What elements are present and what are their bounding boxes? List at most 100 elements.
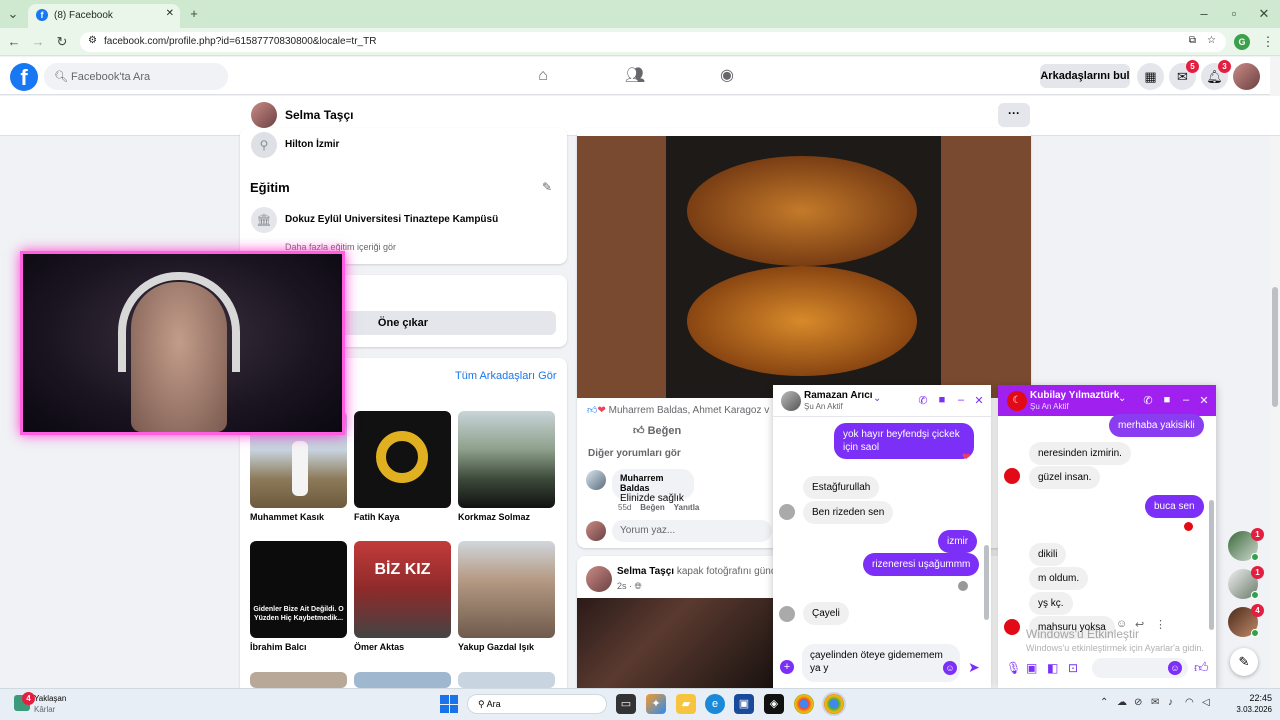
- taskbar-search[interactable]: ⚲ Ara: [467, 694, 607, 714]
- close-window-icon[interactable]: ✕: [1254, 4, 1274, 24]
- address-bar[interactable]: ⚙ facebook.com/profile.php?id=61587770830…: [80, 32, 1226, 52]
- friend-photo[interactable]: [458, 411, 555, 508]
- friend-photo[interactable]: [458, 672, 555, 688]
- cloud-icon[interactable]: ☁: [1117, 697, 1127, 708]
- more-options-button[interactable]: ···: [998, 103, 1030, 127]
- chat-scrollbar[interactable]: [1209, 420, 1214, 640]
- profile-name[interactable]: Selma Taşçı: [285, 108, 353, 122]
- close-chat-icon[interactable]: ✕: [972, 394, 986, 407]
- reload-icon[interactable]: ↻: [52, 32, 72, 52]
- comment-reply-link[interactable]: Yanıtla: [674, 503, 700, 512]
- post-author-avatar[interactable]: [586, 566, 612, 592]
- chat-contact-name[interactable]: Kubilay Yılmaztürk: [1030, 390, 1119, 401]
- post-time[interactable]: 2s · 🌐︎: [617, 581, 642, 592]
- like-button[interactable]: 👍︎ Beğen: [633, 424, 681, 437]
- post-photo[interactable]: [577, 136, 1031, 398]
- search-input[interactable]: 🔍︎ Facebook'ta Ara: [44, 63, 228, 90]
- forward-icon[interactable]: →: [28, 32, 48, 52]
- video-icon[interactable]: ■: [1160, 394, 1174, 406]
- friend-photo[interactable]: [250, 672, 347, 688]
- chevron-down-icon[interactable]: ⌄: [873, 393, 881, 404]
- account-avatar[interactable]: [1233, 63, 1260, 90]
- friend-name[interactable]: Ömer Aktas: [354, 642, 404, 652]
- school-name[interactable]: Dokuz Eylül Universitesi Tinaztepe Kampü…: [285, 214, 498, 225]
- chat-contact-name[interactable]: Ramazan Arıcı: [804, 390, 873, 401]
- comment-like-link[interactable]: Beğen: [640, 503, 664, 512]
- restore-window-icon[interactable]: ▫: [1224, 4, 1244, 24]
- chevron-down-icon[interactable]: ⌄: [1118, 393, 1126, 404]
- find-friends-button[interactable]: Arkadaşlarını bul: [1040, 64, 1130, 88]
- friend-name[interactable]: Fatih Kaya: [354, 512, 400, 522]
- browser-menu-icon[interactable]: ⋮: [1258, 32, 1278, 52]
- widget-title[interactable]: Yaklaşan: [34, 694, 66, 703]
- message-more-icon[interactable]: ⋮: [1155, 618, 1166, 631]
- profile-avatar[interactable]: [251, 102, 277, 128]
- speaker-icon[interactable]: ◁: [1202, 697, 1210, 708]
- copilot-icon[interactable]: ✦: [646, 694, 666, 714]
- friend-photo[interactable]: Gidenler Bize Ait Değildi. O Yüzden Hiç …: [250, 541, 347, 638]
- emoji-icon[interactable]: ☺: [943, 661, 957, 675]
- browser-tab[interactable]: f (8) Facebook ✕: [28, 4, 180, 28]
- mail-icon[interactable]: ✉: [1151, 697, 1159, 708]
- close-chat-icon[interactable]: ✕: [1197, 394, 1211, 407]
- app-icon[interactable]: ◈: [764, 694, 784, 714]
- bookmark-star-icon[interactable]: ☆: [1207, 35, 1216, 46]
- friends-icon[interactable]: 👥︎: [623, 64, 647, 88]
- minimize-window-icon[interactable]: –: [1194, 4, 1214, 24]
- volume-icon[interactable]: ♪: [1168, 697, 1173, 708]
- facebook-logo-icon[interactable]: f: [10, 63, 38, 91]
- friend-photo[interactable]: [354, 672, 451, 688]
- cover-photo[interactable]: [577, 598, 773, 688]
- send-icon[interactable]: ➤: [968, 659, 980, 676]
- chat-scrollbar[interactable]: [984, 420, 989, 630]
- back-icon[interactable]: ←: [4, 32, 24, 52]
- minimize-chat-icon[interactable]: –: [954, 394, 968, 406]
- photo-icon[interactable]: ▣: [1026, 661, 1037, 675]
- menu-grid-icon[interactable]: ▦: [1137, 63, 1164, 90]
- friend-name[interactable]: Yakup Gazdal Işık: [458, 642, 534, 652]
- friend-photo[interactable]: [354, 411, 451, 508]
- tab-search-icon[interactable]: ⌄: [3, 4, 23, 24]
- home-icon[interactable]: ⌂: [531, 64, 555, 88]
- chrome-active-icon[interactable]: [824, 694, 844, 714]
- site-info-icon[interactable]: ⚙: [88, 35, 97, 46]
- friend-photo[interactable]: [458, 541, 555, 638]
- file-explorer-icon[interactable]: ▰: [676, 694, 696, 714]
- store-icon[interactable]: ▣: [734, 694, 754, 714]
- tray-chevron-icon[interactable]: ⌃: [1100, 697, 1108, 708]
- clock-time[interactable]: 22:45: [1230, 693, 1272, 703]
- phone-icon[interactable]: ✆: [1141, 394, 1155, 407]
- new-tab-icon[interactable]: +: [184, 4, 204, 24]
- minimize-chat-icon[interactable]: –: [1179, 394, 1193, 406]
- commenter-avatar[interactable]: [586, 470, 606, 490]
- friend-photo[interactable]: BİZ KIZ: [354, 541, 451, 638]
- new-message-icon[interactable]: ✎: [1230, 648, 1258, 676]
- chat-avatar[interactable]: [781, 391, 801, 411]
- workplace[interactable]: Hilton İzmir: [285, 139, 339, 150]
- sticker-icon[interactable]: ◧: [1047, 661, 1058, 675]
- reactions-summary[interactable]: 👍︎❤ Muharrem Baldas, Ahmet Karagoz v: [587, 404, 769, 416]
- clock-date[interactable]: 3.03.2026: [1222, 705, 1272, 714]
- message-input[interactable]: çayelinden öteye gidememem ya y: [802, 644, 960, 682]
- start-button-icon[interactable]: [440, 695, 458, 713]
- post-author[interactable]: Selma Taşçı: [617, 566, 674, 577]
- friend-name[interactable]: Muhammet Kasık: [250, 512, 324, 522]
- mic-icon[interactable]: 🎙︎: [1006, 661, 1021, 675]
- all-friends-link[interactable]: Tüm Arkadaşları Gör: [455, 370, 556, 382]
- add-attachment-icon[interactable]: +: [780, 660, 794, 674]
- network-off-icon[interactable]: ⊘: [1134, 697, 1142, 708]
- emoji-icon[interactable]: ☺: [1168, 661, 1182, 675]
- close-tab-icon[interactable]: ✕: [166, 8, 174, 19]
- task-view-icon[interactable]: ▭: [616, 694, 636, 714]
- edit-pencil-icon[interactable]: ✎: [542, 180, 552, 194]
- install-app-icon[interactable]: ⧉: [1189, 35, 1196, 46]
- profile-avatar-icon[interactable]: G: [1234, 34, 1250, 50]
- video-icon[interactable]: ■: [935, 394, 949, 406]
- more-comments-link[interactable]: Diğer yorumları gör: [588, 448, 681, 459]
- chat-avatar[interactable]: ☾: [1007, 391, 1027, 411]
- friend-name[interactable]: Korkmaz Solmaz: [458, 512, 530, 522]
- edge-icon[interactable]: e: [705, 694, 725, 714]
- chrome-icon[interactable]: [794, 694, 814, 714]
- phone-icon[interactable]: ✆: [916, 394, 930, 407]
- friend-name[interactable]: İbrahim Balcı: [250, 642, 307, 652]
